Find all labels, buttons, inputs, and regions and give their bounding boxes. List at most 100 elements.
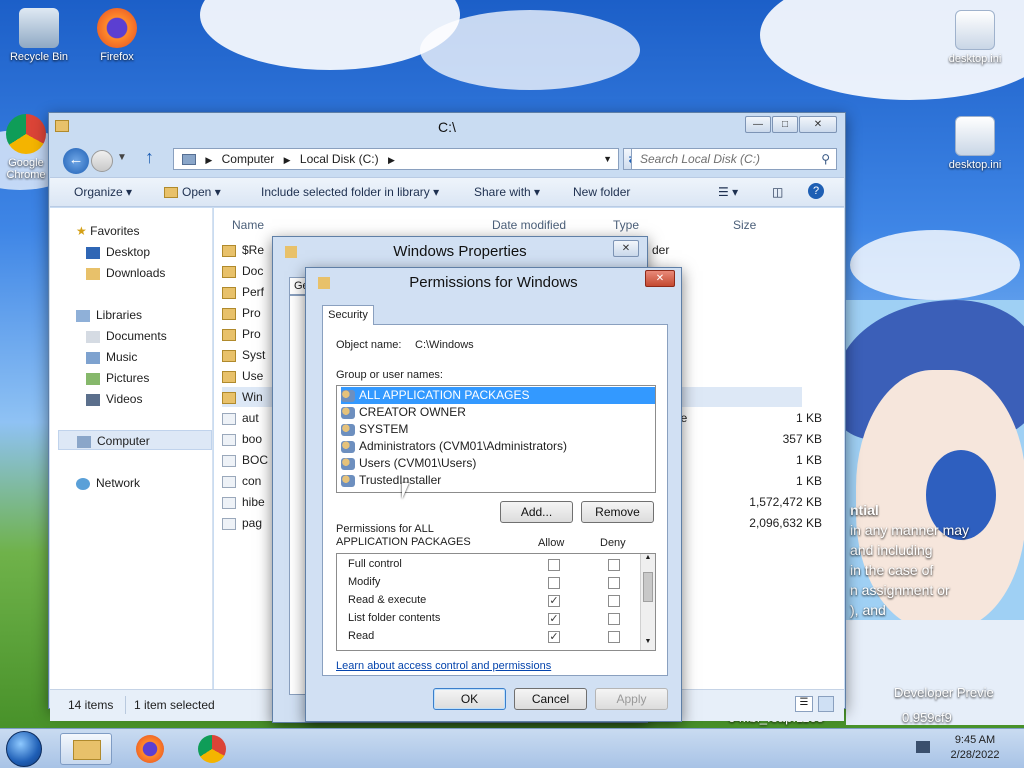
user-list[interactable]: ALL APPLICATION PACKAGES CREATOR OWNER SYS… (336, 385, 656, 493)
nav-computer[interactable]: Computer (58, 430, 212, 450)
scroll-down-icon[interactable]: ▼ (641, 638, 655, 650)
user-list-item[interactable]: Administrators (CVM01\Administrators) (341, 438, 655, 455)
security-panel: Object name: C:\Windows Group or user na… (322, 324, 668, 676)
details-view-icon[interactable]: ☰ (795, 696, 813, 712)
deny-checkbox[interactable] (608, 559, 620, 571)
preview-pane-icon[interactable]: ◫ (772, 185, 783, 199)
breadcrumb-local-disk[interactable]: Local Disk (C:) (300, 152, 379, 166)
properties-titlebar[interactable]: Windows Properties ✕ (273, 237, 647, 267)
nav-desktop[interactable]: Desktop (86, 245, 150, 259)
forward-button[interactable] (91, 150, 113, 172)
maximize-button[interactable]: □ (772, 116, 798, 133)
user-list-item[interactable]: SYSTEM (341, 421, 655, 438)
nav-pictures[interactable]: Pictures (86, 371, 149, 385)
cancel-button[interactable]: Cancel (514, 688, 587, 710)
nav-favorites[interactable]: ★ Favorites (76, 224, 139, 238)
ok-button[interactable]: OK (433, 688, 506, 710)
folder-icon (222, 391, 236, 404)
user-list-item[interactable]: CREATOR OWNER (341, 404, 655, 421)
column-type[interactable]: Type (613, 218, 639, 232)
column-size[interactable]: Size (733, 218, 756, 232)
add-button[interactable]: Add... (500, 501, 573, 523)
deny-checkbox[interactable] (608, 595, 620, 607)
allow-checkbox[interactable]: ✓ (548, 631, 560, 643)
new-folder-button[interactable]: New folder (573, 185, 630, 199)
up-arrow-icon[interactable]: ↑ (145, 147, 154, 168)
open-menu[interactable]: Open ▾ (164, 185, 221, 199)
column-name[interactable]: Name (232, 218, 264, 232)
large-icons-view-icon[interactable] (818, 696, 834, 712)
desktop-icon-desktop-ini-2[interactable]: desktop.ini (938, 116, 1012, 171)
permissions-close-button[interactable]: ✕ (645, 270, 675, 287)
desktop-icon-firefox[interactable]: Firefox (80, 8, 154, 63)
include-in-library-menu[interactable]: Include selected folder in library ▾ (261, 185, 439, 199)
permission-name: Modify (348, 576, 381, 588)
address-dropdown-icon[interactable]: ▼ (603, 149, 612, 169)
folder-icon (222, 370, 236, 383)
permissions-scrollbar[interactable]: ▲ ▼ (640, 554, 655, 650)
share-with-menu[interactable]: Share with ▾ (474, 185, 540, 199)
user-name: CREATOR OWNER (359, 405, 466, 419)
clock[interactable]: 9:45 AM 2/28/2022 (940, 733, 1010, 763)
nav-documents[interactable]: Documents (86, 329, 167, 343)
recent-pages-chevron-icon[interactable]: ▼ (117, 152, 127, 163)
file-name: aut (242, 411, 259, 425)
help-icon[interactable]: ? (808, 183, 824, 199)
nav-music[interactable]: Music (86, 350, 137, 364)
taskbar-chrome-button[interactable] (186, 733, 238, 765)
minimize-button[interactable]: — (745, 116, 771, 133)
explorer-titlebar[interactable]: C:\ — □ ✕ (49, 113, 845, 141)
organize-menu[interactable]: Organize ▾ (74, 185, 132, 199)
desktop-icon-recycle-bin[interactable]: Recycle Bin (2, 8, 76, 63)
change-view-icon[interactable]: ☰ ▾ (718, 185, 738, 199)
file-size: 1,572,472 KB (749, 495, 822, 509)
search-icon[interactable]: ⚲ (821, 149, 830, 169)
network-tray-icon[interactable] (916, 741, 930, 753)
watermark-text: n assignment or (850, 582, 950, 598)
security-tab[interactable]: Security (322, 305, 374, 325)
folder-icon (55, 120, 69, 132)
file-name: Win (242, 390, 263, 404)
window-title: C:\ (438, 119, 456, 135)
apply-button[interactable]: Apply (595, 688, 668, 710)
allow-checkbox[interactable]: ✓ (548, 595, 560, 607)
nav-libraries[interactable]: Libraries (76, 308, 142, 322)
allow-checkbox[interactable] (548, 559, 560, 571)
taskbar-explorer-button[interactable] (60, 733, 112, 765)
file-name: Use (242, 369, 264, 383)
column-date-modified[interactable]: Date modified (492, 218, 566, 232)
taskbar-firefox-button[interactable] (124, 733, 176, 765)
start-button[interactable] (6, 731, 42, 767)
desktop-icon-desktop-ini-1[interactable]: desktop.ini (938, 10, 1012, 65)
deny-checkbox[interactable] (608, 631, 620, 643)
watermark-text: and including (850, 542, 933, 558)
scroll-up-icon[interactable]: ▲ (641, 554, 655, 566)
deny-checkbox[interactable] (608, 577, 620, 589)
allow-checkbox[interactable]: ✓ (548, 613, 560, 625)
user-list-item[interactable]: ALL APPLICATION PACKAGES (341, 387, 655, 404)
address-bar[interactable]: ▶ Computer ▶ Local Disk (C:) ▶ ▼ (173, 148, 619, 170)
nav-downloads[interactable]: Downloads (86, 266, 165, 280)
allow-checkbox[interactable] (548, 577, 560, 589)
close-button[interactable]: ✕ (799, 116, 837, 133)
remove-button[interactable]: Remove (581, 501, 654, 523)
user-list-item[interactable]: TrustedInstaller (341, 472, 655, 489)
permissions-list[interactable]: Full control Modify Read & execute ✓ List fo… (336, 553, 656, 651)
nav-network[interactable]: Network (76, 476, 140, 490)
search-input[interactable]: Search Local Disk (C:) ⚲ (631, 148, 837, 170)
firefox-icon (97, 8, 137, 48)
nav-videos[interactable]: Videos (86, 392, 142, 406)
file-name: boo (242, 432, 263, 446)
deny-checkbox[interactable] (608, 613, 620, 625)
learn-permissions-link[interactable]: Learn about access control and permissio… (336, 660, 551, 672)
file-icon (222, 412, 236, 425)
user-list-item[interactable]: Users (CVM01\Users) (341, 455, 655, 472)
wallpaper-art: ntial in any manner may and including in… (846, 300, 1024, 725)
clock-time: 9:45 AM (954, 734, 996, 746)
breadcrumb-computer[interactable]: Computer (222, 152, 275, 166)
scroll-thumb[interactable] (643, 572, 653, 602)
folder-icon (222, 265, 236, 278)
properties-close-button[interactable]: ✕ (613, 240, 639, 257)
permissions-titlebar[interactable]: Permissions for Windows ✕ (306, 268, 681, 298)
back-button[interactable]: ← (63, 148, 89, 174)
